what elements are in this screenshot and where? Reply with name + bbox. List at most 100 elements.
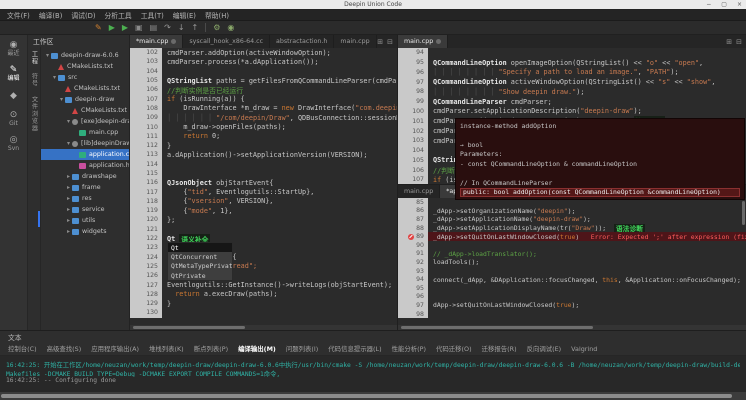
line-number[interactable]: 121 [130,225,162,234]
line-number[interactable]: 111 [130,132,162,141]
code-line[interactable] [428,48,746,58]
code-line[interactable]: } [162,141,397,150]
line-number[interactable]: 87 [398,215,428,224]
menu-item[interactable]: 帮助(H) [205,10,229,20]
line-number[interactable]: 117 [130,187,162,196]
tree-item[interactable]: ▸utils [41,215,129,226]
expander-icon[interactable]: ▸ [65,228,72,235]
bottom-tab[interactable]: 堆栈列表(K) [149,344,184,353]
code-line[interactable]: DrawInterface *m_draw = new DrawInterfac… [162,104,397,113]
line-number[interactable]: 126 [130,271,162,280]
code-line[interactable] [162,169,397,178]
completion-item[interactable]: Qt [168,243,232,252]
line-number[interactable]: 108 [130,104,162,113]
run-icon[interactable]: ▶ [109,21,115,35]
activitybar-item-git[interactable]: ⊙Git [9,111,18,127]
expander-icon[interactable]: ▸ [65,184,72,191]
code-line[interactable] [428,293,746,302]
tree-item[interactable]: ▸service [41,204,129,215]
record-icon[interactable]: ◉ [227,21,234,35]
line-number[interactable]: 129 [130,299,162,308]
line-number[interactable]: 106 [398,165,428,175]
line-number[interactable]: 100 [398,107,428,117]
bottom-tab[interactable]: 编译输出(M) [238,344,276,353]
line-number[interactable]: 85 [398,198,428,207]
minimize-icon[interactable]: − [706,0,711,9]
line-number[interactable]: 107 [398,175,428,184]
line-number[interactable]: 105 [130,76,162,85]
bottom-tab[interactable]: 代码迁移(O) [436,344,472,353]
tab-close-icon[interactable] [171,39,176,44]
code-line[interactable]: │ │ │ │ │ │ │ │ "Show deepin draw."); [428,87,746,97]
line-number[interactable]: 102 [130,48,162,57]
expander-icon[interactable]: ▾ [44,52,51,59]
code-line[interactable] [162,160,397,169]
tree-item[interactable]: CMakeLists.txt [41,105,129,116]
menu-item[interactable]: 工具(T) [141,10,164,20]
expander-icon[interactable]: ▾ [51,74,58,81]
line-number[interactable]: 97 [398,77,428,87]
line-number[interactable]: 88 [398,224,428,233]
tree-item[interactable]: application.cpp [41,149,129,160]
line-number[interactable]: 96 [398,68,428,78]
line-number[interactable]: 99 [398,97,428,107]
tree-item[interactable]: ▸widgets [41,226,129,237]
line-number[interactable]: 127 [130,280,162,289]
line-number[interactable]: 109 [130,113,162,122]
workspace-tab-文件浏览器[interactable]: 文件浏览器 [30,96,39,132]
line-number[interactable]: 115 [130,169,162,178]
bottom-tab[interactable]: 迁移报告(R) [482,344,517,353]
step-out-icon[interactable]: ↑ [192,21,199,35]
completion-item[interactable]: QtConcurrent [168,252,232,261]
tree-item[interactable]: ▾[exe]deepin-draw-- [41,116,129,127]
code-line[interactable]: dApp->setQuitOnLastWindowClosed(true); [428,301,746,310]
tree-item[interactable]: ▾[lib]deepinDrawB-- [41,138,129,149]
activitybar-item-edit[interactable]: ✎编辑 [7,66,19,82]
split-editor-icon[interactable]: ⊞ [377,38,383,46]
line-number[interactable]: 103 [398,136,428,146]
expander-icon[interactable]: ▸ [65,206,72,213]
line-number[interactable]: 104 [398,146,428,156]
project-tree[interactable]: ▾deepin-draw-6.0.6CMakeLists.txt▾srcCMak… [41,47,129,330]
editor-tab[interactable]: main.cpp [334,35,376,48]
line-number[interactable]: 112 [130,141,162,150]
code-line[interactable]: │ │ │ │ │ │ │ │ "Specify a path to load … [428,68,746,78]
tree-item[interactable]: ▾deepin-draw [41,94,129,105]
close-icon[interactable]: × [737,0,742,9]
line-number[interactable]: 124 [130,253,162,262]
tree-item[interactable]: ▸res [41,193,129,204]
code-line[interactable] [428,241,746,250]
code-line[interactable]: loadTools(); [428,258,746,267]
code-line[interactable]: {"tid", Eventlogutils::StartUp}, [162,187,397,196]
code-line[interactable]: _dApp->setApplicationName("deepin-draw")… [428,215,746,224]
line-number[interactable]: 97 [398,301,428,310]
step-over-icon[interactable]: ↷ [164,21,171,35]
tree-item[interactable]: main.cpp [41,127,129,138]
code-line[interactable]: cmdParser.setApplicationDescription("dee… [428,107,746,117]
code-line[interactable] [428,267,746,276]
step-into-icon[interactable]: ↓ [178,21,185,35]
close-group-icon[interactable]: ⊟ [736,38,742,46]
line-number[interactable]: 98 [398,87,428,97]
bottom-tab[interactable]: 应用程序输出(A) [91,344,139,353]
code-line[interactable]: {"vsersion", VERSION}, [162,197,397,206]
code-line[interactable]: connect(_dApp, &DApplication::focusChang… [428,275,746,284]
code-line[interactable]: } [162,299,397,308]
code-line[interactable]: QCommandLineOption openImageOption(QStri… [428,58,746,68]
code-line[interactable]: │ │ │ │ │ │ "/com/deepin/Draw", QDBusCon… [162,113,397,122]
bottom-tab[interactable]: 性能分析(P) [392,344,426,353]
code-editor-left[interactable]: 102cmdParser.addOption(activeWindowOptio… [130,48,397,325]
menu-item[interactable]: 编译(B) [39,10,63,20]
brush-icon[interactable]: ✎ [95,21,102,35]
activitybar-item-recent[interactable]: ◉最近 [7,41,19,57]
code-line[interactable]: cmdParser.process(*a.dApplication()); [162,57,397,66]
line-number[interactable]: 92 [398,258,428,267]
close-group-icon[interactable]: ⊟ [387,38,393,46]
line-number[interactable]: 130 [130,308,162,317]
horizontal-scrollbar[interactable] [398,325,746,330]
line-number[interactable]: 119 [130,206,162,215]
line-number[interactable]: 98 [398,310,428,319]
code-line[interactable] [162,225,397,234]
code-editor-right-bottom[interactable]: 8586_dApp->setOrganizationName("deepin")… [398,198,746,325]
line-number[interactable]: 103 [130,57,162,66]
